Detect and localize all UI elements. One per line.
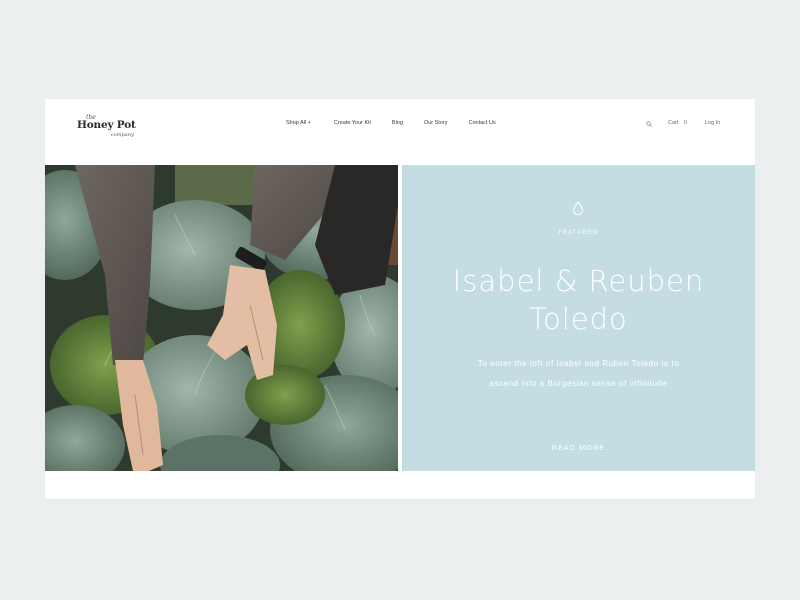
logo-name: Honey Pot [77,119,136,131]
nav-contact-us[interactable]: Contact Us [468,120,495,130]
search-icon[interactable] [646,121,652,127]
hero-photo [45,165,398,471]
hero-title-line-1: Isabel & Reuben [452,264,705,298]
hero-description-line-2: ascend into a Borgesian sense of infinit… [489,379,668,388]
hero-title: Isabel & Reuben Toledo [402,262,755,338]
cart-count: 0 [683,120,687,126]
cart-label: Cart [668,120,679,126]
nav-our-story[interactable]: Our Story [424,120,448,130]
water-drop-icon [572,201,584,215]
page-card: the Honey Pot company Shop All + Create … [45,99,755,499]
read-more-link[interactable]: READ MORE [402,445,755,452]
login-link[interactable]: Log In [705,120,720,126]
featured-label: FEATURED [558,230,599,236]
logo-company: company [111,132,134,138]
brand-logo[interactable]: the Honey Pot company [77,114,137,150]
site-header: the Honey Pot company Shop All + Create … [45,99,755,165]
featured-story-panel: FEATURED Isabel & Reuben Toledo To enter… [402,165,755,471]
hero-description: To enter the loft of Isabel and Ruben To… [452,354,705,394]
nav-blog[interactable]: Blog [392,120,403,130]
nav-create-your-kit[interactable]: Create Your Kit [334,120,371,130]
hero-title-line-2: Toledo [529,302,628,336]
hero-description-line-1: To enter the loft of Isabel and Ruben To… [477,359,680,368]
main-nav: Shop All + Create Your Kit Blog Our Stor… [286,120,496,130]
nav-shop-all[interactable]: Shop All + [286,120,311,130]
cart-link[interactable]: Cart 0 [668,120,687,126]
kale-garden-image [45,165,398,471]
